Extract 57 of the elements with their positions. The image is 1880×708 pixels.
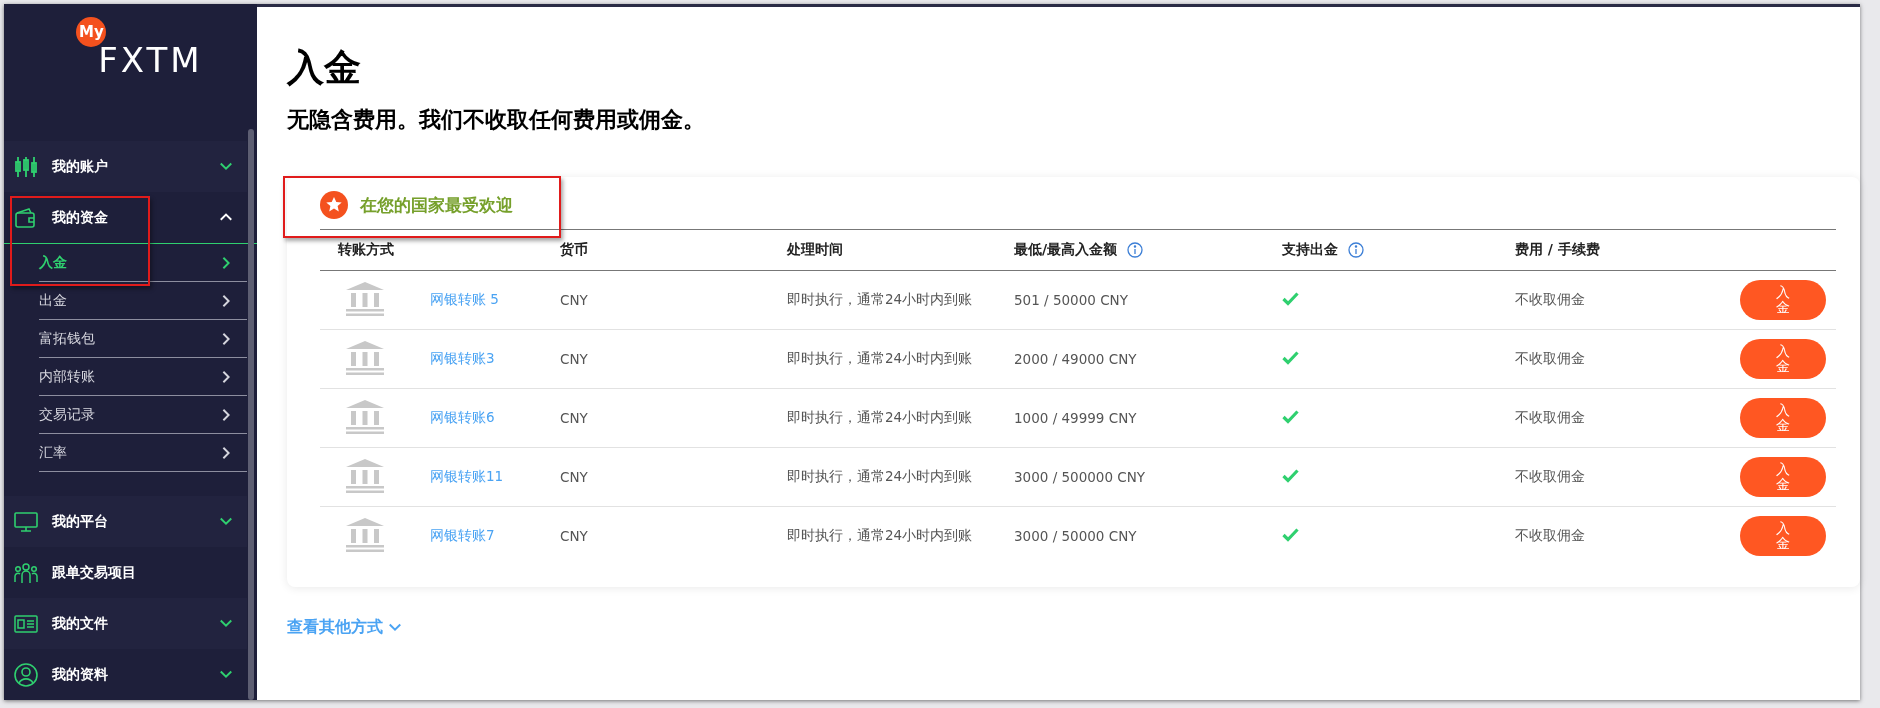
submenu-item[interactable]: 出金 (39, 282, 247, 320)
page-subtitle: 无隐含费用。我们不收取任何费用或佣金。 (287, 106, 706, 134)
table-cell: CNY (560, 528, 588, 544)
column-header: 货币 (560, 241, 588, 259)
column-header: 支持出金 (1282, 241, 1338, 259)
table-cell: 3000 / 50000 CNY (1014, 528, 1137, 544)
bank-icon (346, 281, 384, 316)
sidebar-menu-item[interactable]: 我的文件 (4, 598, 247, 649)
table-cell: 不收取佣金 (1515, 468, 1585, 484)
id-card-icon (14, 612, 38, 635)
user-icon (14, 662, 38, 687)
table-cell: CNY (560, 469, 588, 485)
sidebar-menu-item[interactable]: 我的账户 (4, 141, 247, 192)
table-cell: 即时执行，通常24小时内到账 (787, 468, 973, 484)
page-title: 入金 (287, 45, 362, 91)
logo-badge: My (76, 17, 107, 47)
submenu-item[interactable]: 入金 (39, 244, 247, 282)
bank-icon (346, 340, 384, 375)
bank-icon (346, 458, 384, 493)
table-cell: 即时执行，通常24小时内到账 (787, 291, 973, 307)
table-cell: CNY (560, 292, 588, 308)
column-header: 最低/最高入金额 (1014, 241, 1118, 259)
table-cell: 3000 / 500000 CNY (1014, 469, 1146, 485)
submenu-item[interactable]: 交易记录 (39, 396, 247, 434)
table-cell: 1000 / 49999 CNY (1014, 410, 1137, 426)
sidebar-menu-item[interactable]: 我的资料 (4, 649, 247, 700)
table-cell: 不收取佣金 (1515, 350, 1585, 366)
wallet-icon (14, 206, 38, 229)
candlestick-icon (14, 155, 38, 178)
table-cell: 2000 / 49000 CNY (1014, 351, 1137, 367)
sidebar-menu-item[interactable]: 跟单交易项目 (4, 547, 247, 598)
sidebar-menu-item[interactable]: 我的资金 (4, 192, 247, 243)
submenu-item[interactable]: 富拓钱包 (39, 320, 247, 358)
star-badge-icon (320, 191, 348, 219)
column-header: 处理时间 (787, 241, 843, 259)
section-title: 在您的国家最受欢迎 (360, 193, 513, 217)
table-cell: 即时执行，通常24小时内到账 (787, 527, 973, 543)
people-icon (14, 561, 38, 584)
column-header: 转账方式 (338, 241, 394, 259)
table-cell: 不收取佣金 (1515, 527, 1585, 543)
table-cell: 即时执行，通常24小时内到账 (787, 350, 973, 366)
submenu-item[interactable]: 汇率 (39, 434, 247, 472)
info-icon[interactable] (1348, 242, 1364, 258)
info-icon[interactable] (1127, 242, 1144, 258)
table-cell: CNY (560, 410, 588, 426)
scrollbar[interactable] (248, 129, 254, 700)
monitor-icon (14, 510, 38, 533)
table-cell: 即时执行，通常24小时内到账 (787, 409, 973, 425)
sidebar-menu-item[interactable]: 我的平台 (4, 496, 247, 547)
bank-icon (346, 399, 384, 434)
submenu-item[interactable]: 内部转账 (39, 358, 247, 396)
bank-icon (346, 517, 384, 552)
table-cell: 不收取佣金 (1515, 409, 1585, 425)
column-header: 费用 / 手续费 (1515, 241, 1600, 259)
table-cell: 不收取佣金 (1515, 291, 1585, 307)
table-cell: 501 / 50000 CNY (1014, 292, 1128, 308)
table-cell: CNY (560, 351, 588, 367)
